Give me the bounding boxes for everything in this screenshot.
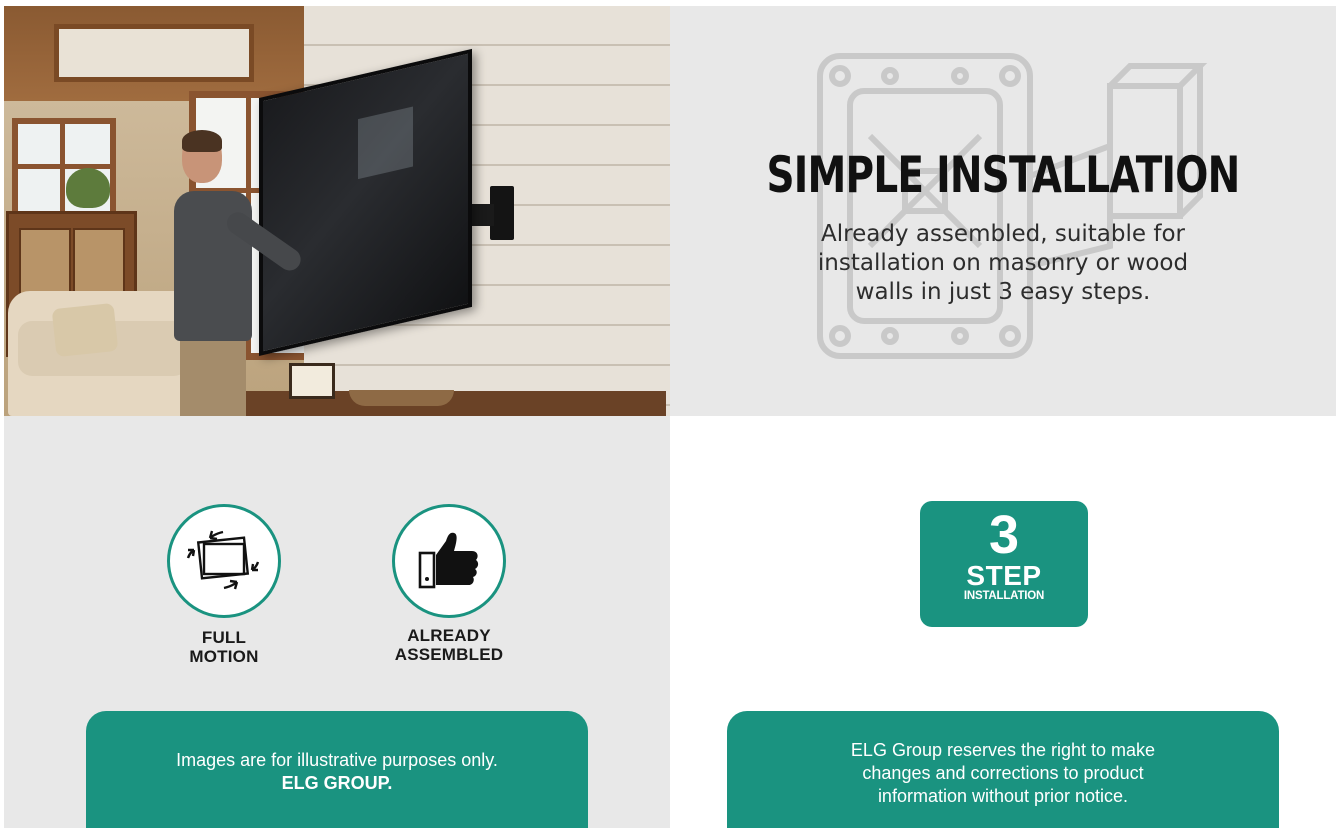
- badge-number: 3: [988, 505, 1020, 565]
- installation-description: Already assembled, suitable for installa…: [753, 220, 1253, 307]
- picture-frame: [289, 363, 335, 399]
- feature-full-motion: FULL MOTION: [134, 504, 314, 666]
- description-line: Already assembled, suitable for: [821, 221, 1185, 247]
- coffered-ceiling: [4, 6, 304, 101]
- brand-name: ELG GROUP.: [281, 773, 393, 793]
- lifestyle-photo: [4, 6, 670, 416]
- disclaimer-line: information without prior notice.: [877, 786, 1129, 806]
- badge-installation-label: INSTALLATION: [963, 590, 1045, 602]
- feature-already-assembled: ALREADY ASSEMBLED: [359, 504, 539, 664]
- mounted-tv: [259, 48, 472, 357]
- feature-label: ALREADY ASSEMBLED: [359, 626, 539, 664]
- description-line: walls in just 3 easy steps.: [855, 279, 1151, 305]
- rotating-tv-icon: [186, 530, 260, 590]
- product-infographic: SIMPLE INSTALLATION Already assembled, s…: [4, 6, 1336, 828]
- tv-reflection: [358, 106, 413, 180]
- feature-label-line: ALREADY: [407, 626, 491, 645]
- steps-panel: 3 STEP INSTALLATION ELG Group reserves t…: [670, 416, 1336, 828]
- feature-circle: [392, 504, 506, 618]
- decor-bowl: [349, 390, 454, 406]
- features-panel: FULL MOTION ALREADY ASSEMBLED Images are…: [4, 416, 670, 828]
- description-line: installation on masonry or wood: [817, 250, 1189, 276]
- installation-panel: SIMPLE INSTALLATION Already assembled, s…: [670, 6, 1336, 416]
- sofa-pillow: [51, 302, 119, 358]
- badge-step-label: STEP: [966, 560, 1042, 591]
- illustrative-disclaimer: Images are for illustrative purposes onl…: [86, 711, 588, 828]
- person-hair: [182, 130, 222, 152]
- rights-disclaimer: ELG Group reserves the right to make cha…: [727, 711, 1279, 828]
- potted-plant: [66, 168, 110, 208]
- thumbs-up-icon: [418, 532, 479, 589]
- wall-mount-watermark-icon: [817, 53, 1208, 359]
- disclaimer-line: changes and corrections to product: [862, 763, 1144, 783]
- feature-label-line: MOTION: [189, 647, 259, 666]
- disclaimer-line: ELG Group reserves the right to make: [850, 740, 1156, 760]
- feature-label: FULL MOTION: [134, 628, 314, 666]
- disclaimer-text: Images are for illustrative purposes onl…: [176, 750, 498, 770]
- feature-circle: [167, 504, 281, 618]
- installation-title: SIMPLE INSTALLATION: [766, 146, 1240, 204]
- feature-label-line: FULL: [201, 628, 247, 647]
- person-legs: [180, 336, 246, 416]
- feature-label-line: ASSEMBLED: [394, 645, 504, 664]
- three-step-badge: 3 STEP INSTALLATION: [920, 501, 1088, 627]
